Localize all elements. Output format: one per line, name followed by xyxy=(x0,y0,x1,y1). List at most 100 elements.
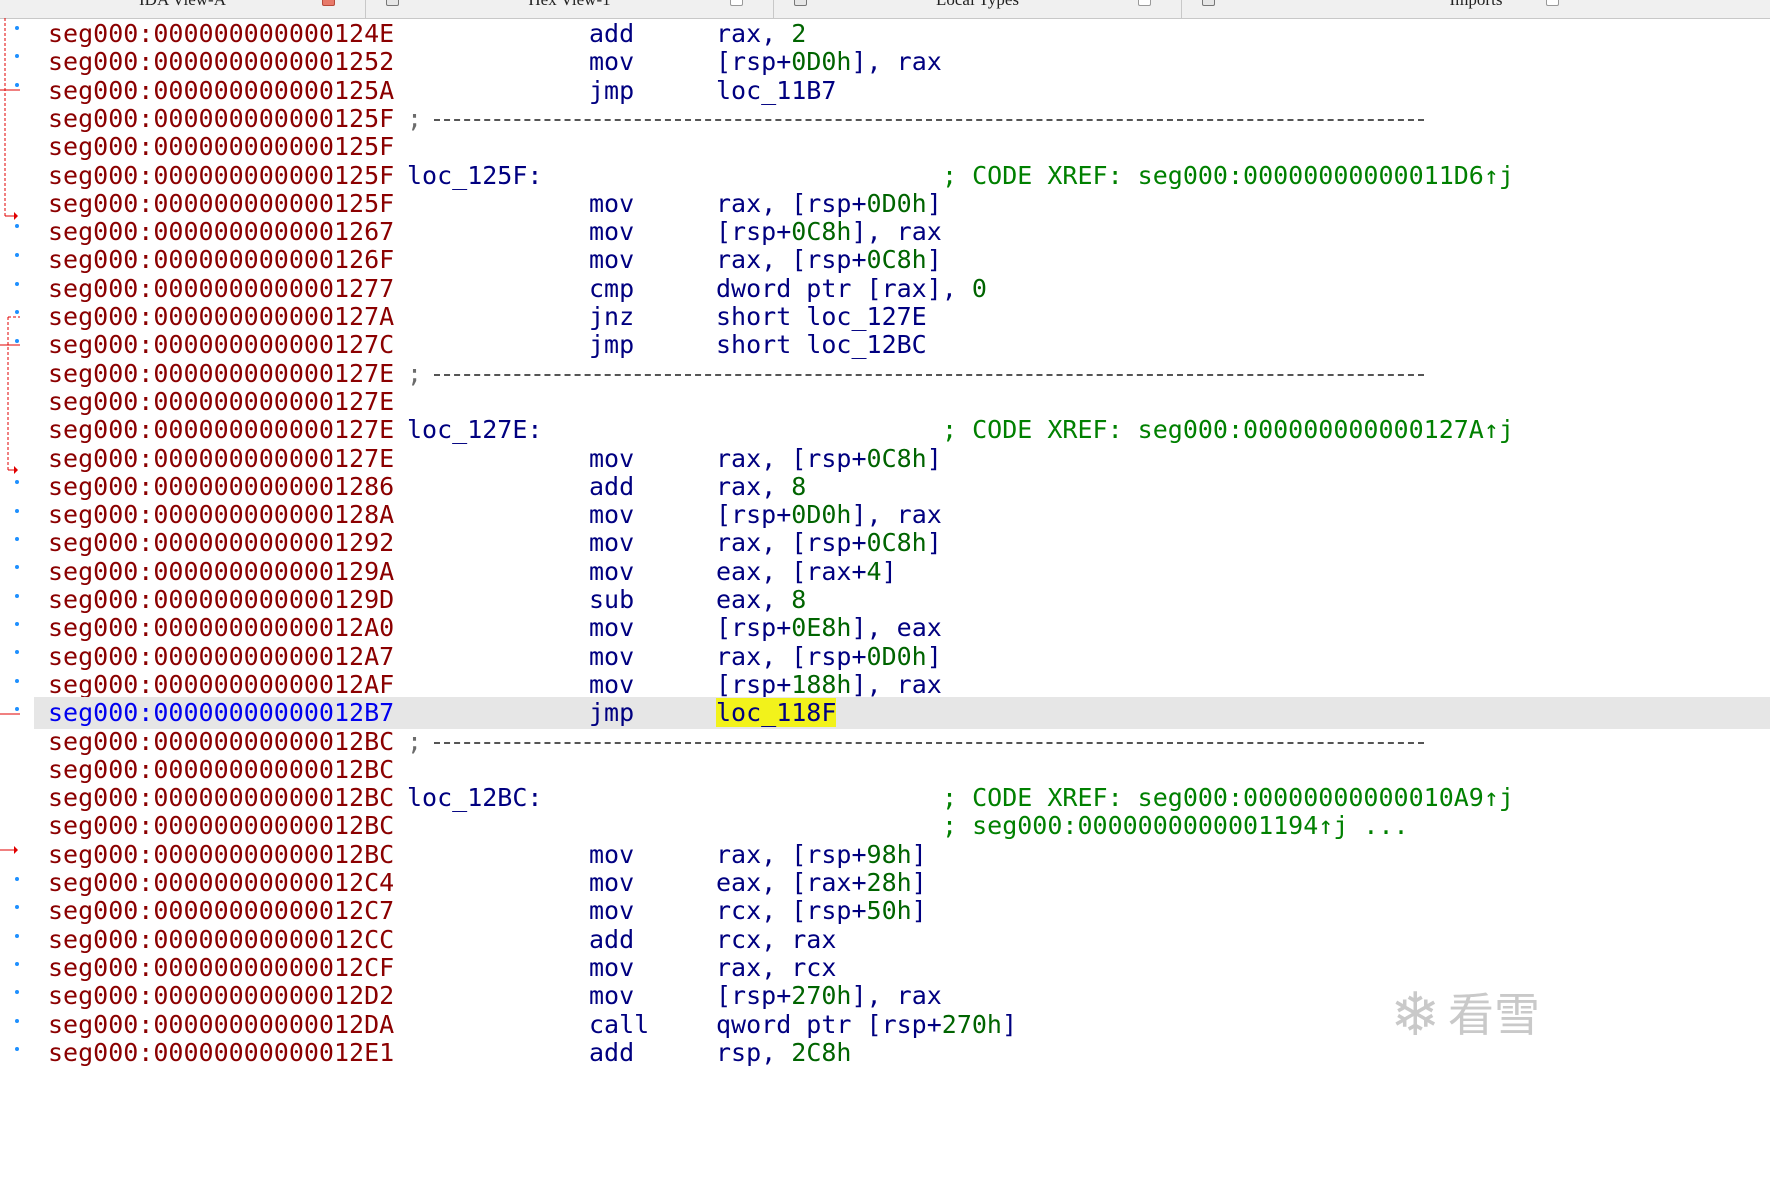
operand-number[interactable]: 4 xyxy=(867,557,882,586)
operand-text[interactable]: ], rax xyxy=(851,981,941,1010)
operand-number[interactable]: 0D0h xyxy=(867,642,927,671)
operand-text[interactable]: rax, [rsp+ xyxy=(716,245,867,274)
listing-line[interactable]: seg000:000000000000127C jmp short loc_12BC xyxy=(34,329,1770,361)
operand-text[interactable]: ] xyxy=(882,557,897,586)
operand-text[interactable]: ], rax xyxy=(851,47,941,76)
operand-text[interactable]: [rsp+ xyxy=(716,500,791,529)
operand-text[interactable]: dword ptr [rax], xyxy=(716,274,972,303)
listing-line[interactable]: seg000:00000000000012A0 mov [rsp+0E8h], ea… xyxy=(34,612,1770,644)
operand-text[interactable]: ] xyxy=(912,840,927,869)
mnemonic[interactable]: mov xyxy=(589,895,634,927)
xref-comment[interactable]: ; seg000:0000000000001194↑j ... xyxy=(942,810,1409,842)
operands[interactable]: rcx, [rsp+50h] xyxy=(716,895,927,927)
listing-line[interactable]: seg000:0000000000001252 mov [rsp+0D0h], ra… xyxy=(34,46,1770,78)
operand-text[interactable]: ] xyxy=(927,528,942,557)
operand-text[interactable]: rcx, rax xyxy=(716,925,836,954)
operand-text[interactable]: [rsp+ xyxy=(716,613,791,642)
xref-comment[interactable]: ; CODE XREF: seg000:000000000000127A↑j xyxy=(942,414,1514,446)
operand-number[interactable]: 0E8h xyxy=(791,613,851,642)
highlighted-operand[interactable]: loc_118F xyxy=(716,698,837,727)
operand-number[interactable]: 0C8h xyxy=(867,245,927,274)
mnemonic[interactable]: add xyxy=(589,1037,634,1069)
operand-number[interactable]: 8 xyxy=(791,585,806,614)
tab-local-types[interactable]: Local Types xyxy=(774,0,1182,18)
operand-text[interactable]: short loc_127E xyxy=(716,302,927,331)
operand-text[interactable]: rax, [rsp+ xyxy=(716,528,867,557)
operands[interactable]: loc_118F xyxy=(716,697,837,729)
operand-text[interactable]: short loc_12BC xyxy=(716,330,927,359)
operand-number[interactable]: 2 xyxy=(791,19,806,48)
operand-number[interactable]: 0C8h xyxy=(791,217,851,246)
mnemonic[interactable]: jmp xyxy=(589,697,634,729)
operand-text[interactable]: ] xyxy=(912,896,927,925)
operand-number[interactable]: 28h xyxy=(867,868,912,897)
operand-number[interactable]: 2C8h xyxy=(791,1038,851,1067)
listing-line[interactable]: seg000:00000000000012BC ; seg000:00000000… xyxy=(34,810,1770,842)
operand-text[interactable]: ] xyxy=(927,245,942,274)
tab-ida-view-a[interactable]: IDA View-A xyxy=(0,0,366,18)
operand-number[interactable]: 0C8h xyxy=(867,444,927,473)
operands[interactable]: [rsp+270h], rax xyxy=(716,980,942,1012)
operand-text[interactable]: ], rax xyxy=(851,217,941,246)
operand-number[interactable]: 0C8h xyxy=(867,528,927,557)
address[interactable]: seg000:00000000000012B7 xyxy=(48,697,394,729)
code-label[interactable]: loc_127E: xyxy=(407,414,542,446)
operand-text[interactable]: rcx, [rsp+ xyxy=(716,896,867,925)
operand-text[interactable]: qword ptr [rsp+ xyxy=(716,1010,942,1039)
operand-text[interactable]: ] xyxy=(927,444,942,473)
address[interactable]: seg000:00000000000012D2 xyxy=(48,980,394,1012)
operand-text[interactable]: ], rax xyxy=(851,670,941,699)
mnemonic[interactable]: mov xyxy=(589,980,634,1012)
operand-text[interactable]: rax, [rsp+ xyxy=(716,840,867,869)
operands[interactable]: rsp, 2C8h xyxy=(716,1037,851,1069)
operands[interactable]: rax, [rsp+0C8h] xyxy=(716,244,942,276)
address[interactable]: seg000:0000000000001292 xyxy=(48,527,394,559)
operands[interactable]: short loc_12BC xyxy=(716,329,927,361)
operand-number[interactable]: 50h xyxy=(867,896,912,925)
mnemonic[interactable]: mov xyxy=(589,46,634,78)
operand-text[interactable]: ] xyxy=(1002,1010,1017,1039)
operand-number[interactable]: 0D0h xyxy=(867,189,927,218)
operand-text[interactable]: ], eax xyxy=(851,613,941,642)
operand-number[interactable]: 0D0h xyxy=(791,47,851,76)
operand-text[interactable]: eax, [rax+ xyxy=(716,868,867,897)
operand-number[interactable]: 0D0h xyxy=(791,500,851,529)
operand-number[interactable]: 270h xyxy=(791,981,851,1010)
operands[interactable]: [rsp+0E8h], eax xyxy=(716,612,942,644)
operand-text[interactable]: rax, xyxy=(716,472,791,501)
operand-text[interactable]: rax, [rsp+ xyxy=(716,444,867,473)
operand-text[interactable]: [rsp+ xyxy=(716,217,791,246)
tab-imports[interactable]: Imports xyxy=(1182,0,1770,18)
operand-number[interactable]: 98h xyxy=(867,840,912,869)
operand-text[interactable]: [rsp+ xyxy=(716,981,791,1010)
operand-text[interactable]: ], rax xyxy=(851,500,941,529)
listing-line[interactable]: seg000:000000000000126F mov rax, [rsp+0C8h… xyxy=(34,244,1770,276)
operand-text[interactable]: rsp, xyxy=(716,1038,791,1067)
listing-line[interactable]: seg000:000000000000125F xyxy=(34,131,1770,163)
address[interactable]: seg000:000000000000126F xyxy=(48,244,394,276)
operand-text[interactable]: rax, xyxy=(716,19,791,48)
operand-number[interactable]: 188h xyxy=(791,670,851,699)
address[interactable]: seg000:000000000000127C xyxy=(48,329,394,361)
operand-text[interactable]: eax, [rax+ xyxy=(716,557,867,586)
address[interactable]: seg000:000000000000127E xyxy=(48,414,394,446)
listing-line[interactable]: seg000:000000000000127E loc_127E: ; CODE X… xyxy=(34,414,1770,446)
address[interactable]: seg000:000000000000125F xyxy=(48,131,394,163)
operand-text[interactable]: rax, [rsp+ xyxy=(716,642,867,671)
mnemonic[interactable]: jmp xyxy=(589,329,634,361)
operand-text[interactable]: [rsp+ xyxy=(716,47,791,76)
operand-text[interactable]: ] xyxy=(927,642,942,671)
close-icon[interactable] xyxy=(1138,0,1151,6)
address[interactable]: seg000:00000000000012C7 xyxy=(48,895,394,927)
operand-text[interactable]: ] xyxy=(927,189,942,218)
operand-text[interactable]: eax, xyxy=(716,585,791,614)
address[interactable]: seg000:00000000000012BC xyxy=(48,810,394,842)
close-icon[interactable] xyxy=(730,0,743,6)
operand-text[interactable]: rax, rcx xyxy=(716,953,836,982)
operand-text[interactable]: rax, [rsp+ xyxy=(716,189,867,218)
address[interactable]: seg000:0000000000001252 xyxy=(48,46,394,78)
mnemonic[interactable]: mov xyxy=(589,612,634,644)
address[interactable]: seg000:00000000000012A0 xyxy=(48,612,394,644)
mnemonic[interactable]: mov xyxy=(589,527,634,559)
listing-line[interactable]: seg000:00000000000012C7 mov rcx, [rsp+50h] xyxy=(34,895,1770,927)
